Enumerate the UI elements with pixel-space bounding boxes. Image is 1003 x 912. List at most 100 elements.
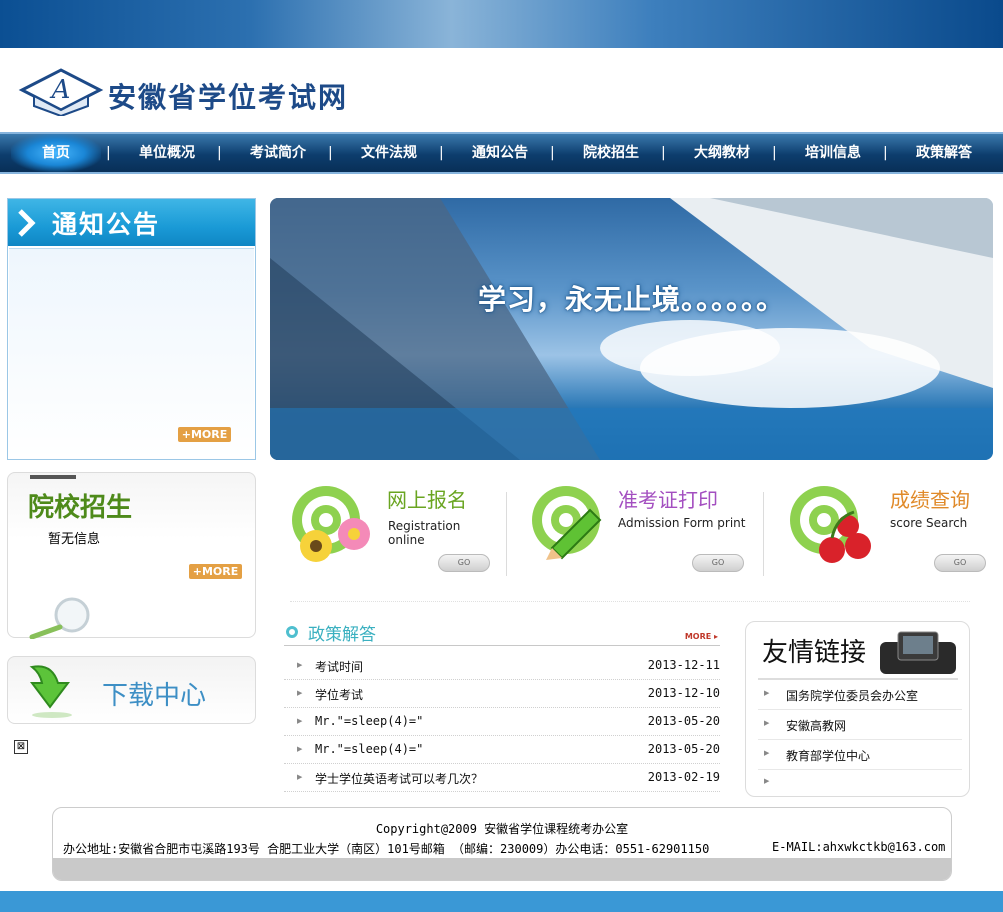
banner-image xyxy=(270,198,993,460)
site-header: A 安徽省学位考试网 xyxy=(0,48,1003,132)
footer-email[interactable]: E-MAIL:ahxwkctkb@163.com xyxy=(772,840,945,854)
list-item-date: 2013-05-20 xyxy=(647,714,720,728)
bottom-bar xyxy=(0,891,1003,912)
notice-more-button[interactable]: +MORE xyxy=(178,427,231,442)
nav-separator: | xyxy=(328,145,333,161)
footer-address: 办公地址:安徽省合肥市屯溪路193号 合肥工业大学（南区）101号邮箱 （邮编：… xyxy=(63,842,710,856)
broken-image-icon: ⊠ xyxy=(14,740,28,754)
links-panel: 友情链接 ▶ 国务院学位委员会办公室 ▶ 安徽高教网 ▶ 教育部学位中心 ▶ xyxy=(745,621,970,797)
list-item[interactable]: ▶ Mr."=sleep(4)=" 2013-05-20 xyxy=(284,736,720,764)
service-title: 网上报名 xyxy=(387,488,467,512)
list-item-date: 2013-12-10 xyxy=(647,686,720,700)
panel-accent-bar xyxy=(30,475,76,479)
service-subtitle: Registration online xyxy=(388,519,461,547)
schools-empty-text: 暂无信息 xyxy=(48,532,101,547)
pda-icon xyxy=(880,631,956,674)
schools-title: 院校招生 xyxy=(28,493,133,523)
cherries-icon xyxy=(819,510,871,563)
service-title: 成绩查询 xyxy=(890,488,970,512)
list-item[interactable]: ▶ Mr."=sleep(4)=" 2013-05-20 xyxy=(284,708,720,736)
footer-copyright: Copyright@2009 安徽省学位课程统考办公室 xyxy=(375,822,629,836)
service-title: 准考证打印 xyxy=(618,488,718,512)
nav-separator: | xyxy=(661,145,666,161)
arrow-right-icon: ▶ xyxy=(297,717,303,725)
service-registration[interactable]: 网上报名 Registration online GO xyxy=(290,480,500,580)
nav-exam-intro[interactable]: 考试简介 xyxy=(233,134,323,172)
nav-separator: | xyxy=(106,145,111,161)
go-button[interactable]: GO xyxy=(692,554,744,572)
download-title: 下载中心 xyxy=(102,681,207,711)
list-item-title[interactable]: 学士学位英语考试可以考几次？ xyxy=(315,770,483,787)
link-label[interactable]: 安徽高教网 xyxy=(786,717,846,734)
list-item-title[interactable]: Mr."=sleep(4)=" xyxy=(315,742,423,756)
list-item[interactable]: ▶ 考试时间 2013-12-11 xyxy=(284,652,720,680)
pencil-icon xyxy=(546,508,602,560)
arrow-right-icon: ▶ xyxy=(297,773,303,781)
arrow-right-icon: ▶ xyxy=(297,745,303,753)
list-item[interactable]: ▶ 学位考试 2013-12-10 xyxy=(284,680,720,708)
service-divider xyxy=(763,492,764,576)
list-item-title[interactable]: 学位考试 xyxy=(315,686,363,703)
policy-more-link[interactable]: MORE ▸ xyxy=(685,632,718,641)
top-gradient-bar xyxy=(0,0,1003,48)
nav-home[interactable]: 首页 xyxy=(11,134,101,172)
list-item-title[interactable]: Mr."=sleep(4)=" xyxy=(315,714,423,728)
notice-header: 通知公告 xyxy=(8,199,255,246)
service-subtitle: score Search xyxy=(890,516,968,530)
list-item[interactable]: ▶ 学士学位英语考试可以考几次？ 2013-02-19 xyxy=(284,764,720,792)
download-arrow-icon xyxy=(29,665,72,718)
nav-policy-qa[interactable]: 政策解答 xyxy=(899,134,989,172)
go-button[interactable]: GO xyxy=(438,554,490,572)
page: A 安徽省学位考试网 首页 | 单位概况 | 考试简介 | 文件法规 | 通知公… xyxy=(0,0,1003,912)
schools-more-button[interactable]: +MORE xyxy=(189,564,242,579)
arrow-right-icon: ▶ xyxy=(764,689,770,697)
list-item-date: 2013-12-11 xyxy=(647,658,720,672)
nav-separator: | xyxy=(550,145,555,161)
link-item[interactable]: ▶ xyxy=(758,768,962,798)
arrow-right-icon: ▶ xyxy=(297,689,303,697)
service-score-search[interactable]: 成绩查询 score Search GO xyxy=(788,480,988,580)
magnifier-icon xyxy=(29,597,90,639)
nav-separator: | xyxy=(439,145,444,161)
service-subtitle: Admission Form print xyxy=(618,516,746,530)
list-item-date: 2013-05-20 xyxy=(647,742,720,756)
download-center[interactable]: 下载中心 xyxy=(7,656,256,724)
nav-notices[interactable]: 通知公告 xyxy=(455,134,545,172)
main-nav: 首页 | 单位概况 | 考试简介 | 文件法规 | 通知公告 | 院校招生 | … xyxy=(0,132,1003,174)
arrow-right-icon: ▶ xyxy=(764,719,770,727)
nav-admissions[interactable]: 院校招生 xyxy=(566,134,656,172)
go-button[interactable]: GO xyxy=(934,554,986,572)
site-title: 安徽省学位考试网 xyxy=(108,81,349,114)
list-item-date: 2013-02-19 xyxy=(647,770,720,784)
circle-bullet-icon xyxy=(286,626,298,638)
nav-separator: | xyxy=(883,145,888,161)
nav-separator: | xyxy=(217,145,222,161)
arrow-right-icon: ▶ xyxy=(297,661,303,669)
nav-syllabus[interactable]: 大纲教材 xyxy=(677,134,767,172)
footer: Copyright@2009 安徽省学位课程统考办公室 办公地址:安徽省合肥市屯… xyxy=(52,807,952,881)
logo-letter: A xyxy=(50,75,71,105)
logo-icon[interactable]: A xyxy=(18,66,104,116)
flower-icon xyxy=(300,518,370,562)
policy-header: 政策解答 MORE ▸ xyxy=(284,618,720,646)
nav-regulations[interactable]: 文件法规 xyxy=(344,134,434,172)
arrow-right-icon: ▶ xyxy=(764,777,770,785)
links-title: 友情链接 xyxy=(762,638,867,668)
link-label[interactable]: 教育部学位中心 xyxy=(786,747,870,764)
link-item[interactable]: ▶ 国务院学位委员会办公室 xyxy=(758,680,962,710)
arrow-right-icon: ▶ xyxy=(764,749,770,757)
footer-band xyxy=(53,858,951,880)
notice-panel: 通知公告 +MORE xyxy=(7,198,256,460)
list-item-title[interactable]: 考试时间 xyxy=(315,658,363,675)
divider xyxy=(290,601,970,603)
nav-training[interactable]: 培训信息 xyxy=(788,134,878,172)
link-label[interactable]: 国务院学位委员会办公室 xyxy=(786,687,918,704)
chevron-right-icon xyxy=(18,209,36,237)
service-admission-print[interactable]: 准考证打印 Admission Form print GO xyxy=(530,480,750,580)
nav-unit-overview[interactable]: 单位概况 xyxy=(122,134,212,172)
link-item[interactable]: ▶ 安徽高教网 xyxy=(758,710,962,740)
nav-separator: | xyxy=(772,145,777,161)
banner: 学习，永无止境。。。。。。 xyxy=(270,198,993,460)
link-item[interactable]: ▶ 教育部学位中心 xyxy=(758,740,962,770)
policy-title: 政策解答 xyxy=(308,625,376,645)
